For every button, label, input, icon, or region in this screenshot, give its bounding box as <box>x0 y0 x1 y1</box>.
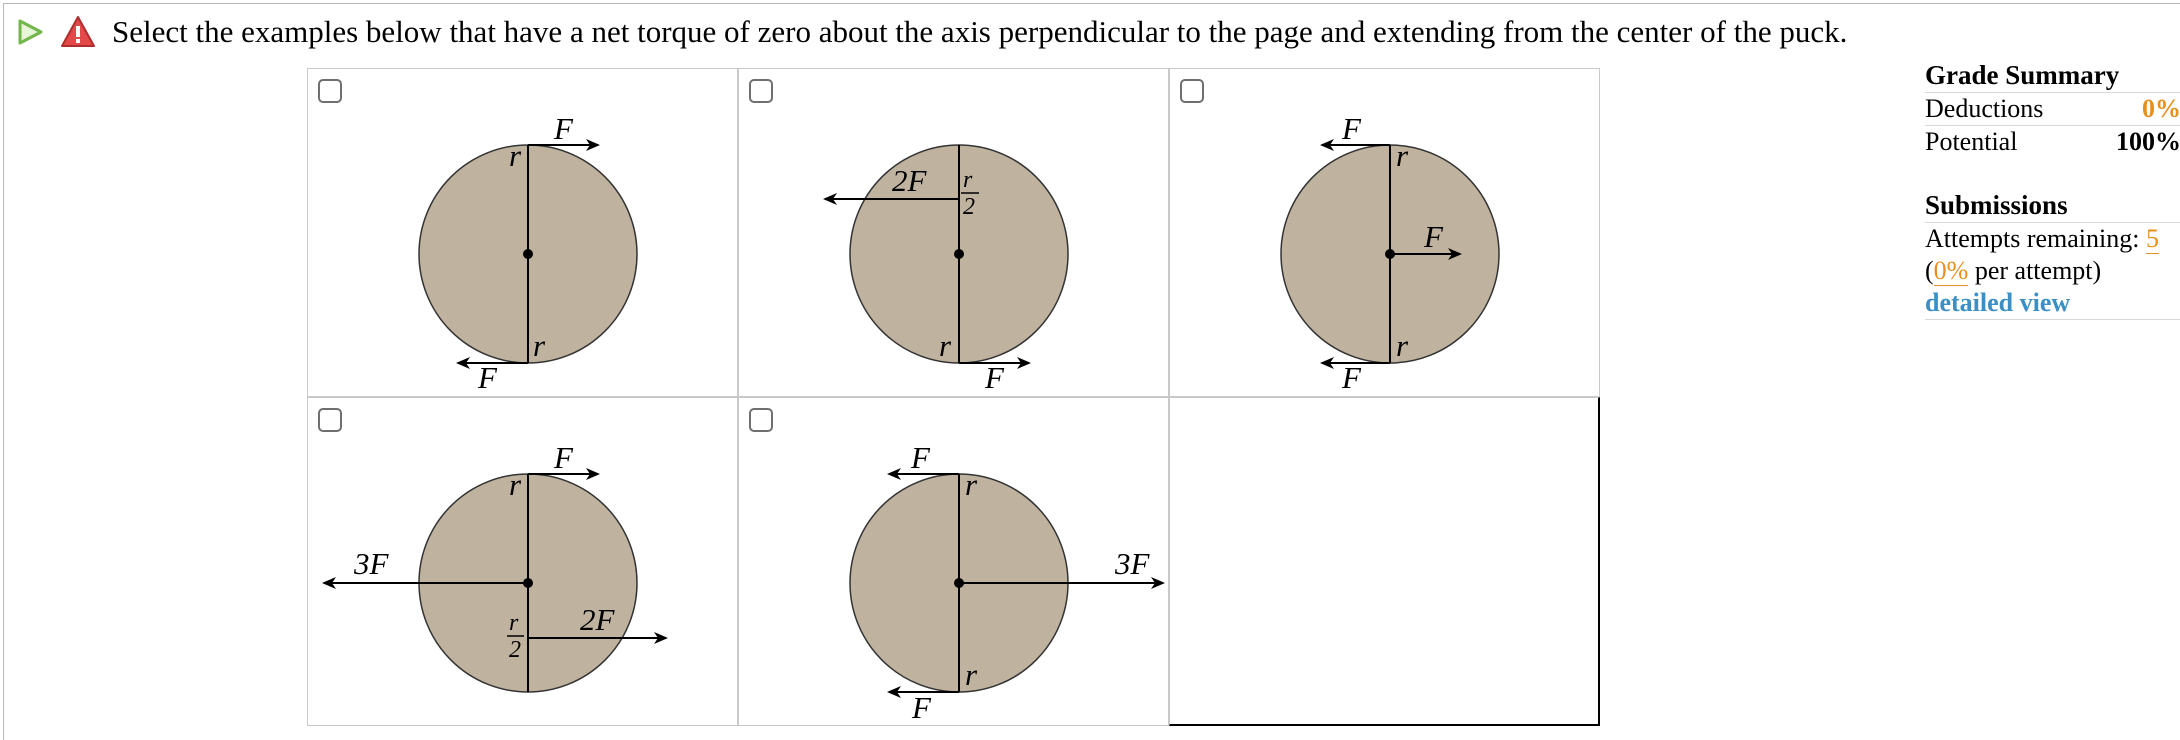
option-1-diagram: F r r F <box>418 111 638 395</box>
option-3-cell[interactable]: F r F r F <box>1169 68 1600 397</box>
option-4-diagram: F r 3F r 2 2F <box>322 440 668 693</box>
force-label: F <box>911 690 932 725</box>
attempts-label: Attempts remaining: <box>1925 224 2146 253</box>
deductions-label: Deductions <box>1925 94 2044 123</box>
per-attempt-line: (0% per attempt) <box>1925 255 2180 287</box>
attempts-value: 5 <box>2145 224 2159 254</box>
radius-label: r <box>939 328 952 363</box>
per-attempt-value: 0% <box>1933 256 1969 286</box>
force-label: F <box>984 360 1005 395</box>
half-radius-denominator: 2 <box>509 637 521 663</box>
potential-label: Potential <box>1925 127 2018 156</box>
force-label: 3F <box>1114 546 1151 581</box>
submissions-title: Submissions <box>1925 190 2068 220</box>
question-prompt: Select the examples below that have a ne… <box>112 14 1848 49</box>
half-radius-denominator: 2 <box>963 194 975 220</box>
option-2-diagram: 2F r 2 r F <box>823 144 1069 395</box>
option-4-cell[interactable]: F r 3F r 2 2F <box>307 397 738 726</box>
warning-icon <box>61 16 95 47</box>
grade-summary-title: Grade Summary <box>1925 60 2120 90</box>
potential-value: 100% <box>2116 127 2180 156</box>
potential-row: Potential 100% <box>1925 125 2180 158</box>
half-radius-numerator: r <box>963 167 973 193</box>
grade-panel: Grade Summary Deductions 0% Potential 10… <box>1925 58 2180 320</box>
radius-label: r <box>965 657 978 692</box>
attempts-remaining: Attempts remaining: 5 <box>1925 222 2180 255</box>
option-5-diagram: F r 3F r F <box>849 440 1165 725</box>
force-label: F <box>477 360 498 395</box>
force-label: F <box>1423 219 1444 254</box>
force-label: F <box>553 111 574 146</box>
torque-options-grid: F r r F 2F r 2 r F F r F r F F r 3F r 2 … <box>307 68 1601 727</box>
question-header: Select the examples below that have a ne… <box>14 12 1847 52</box>
force-label: F <box>553 440 574 475</box>
option-1-cell[interactable]: F r r F <box>307 68 738 397</box>
center-dot <box>954 249 964 259</box>
play-icon[interactable] <box>14 16 46 48</box>
option-3-diagram: F r F r F <box>1280 111 1500 395</box>
radius-label: r <box>1396 138 1409 173</box>
per-attempt-open: ( <box>1925 256 1934 285</box>
empty-cell <box>1169 397 1600 726</box>
option-2-cell[interactable]: 2F r 2 r F <box>738 68 1169 397</box>
force-label: F <box>1341 360 1362 395</box>
force-label: F <box>1341 111 1362 146</box>
deductions-row: Deductions 0% <box>1925 92 2180 125</box>
force-label: 2F <box>580 602 616 637</box>
radius-label: r <box>509 138 522 173</box>
per-attempt-suffix: per attempt) <box>1968 256 2102 285</box>
radius-label: r <box>509 467 522 502</box>
radius-label: r <box>965 467 978 502</box>
center-dot <box>523 249 533 259</box>
force-label: F <box>910 440 931 475</box>
force-label: 3F <box>353 546 390 581</box>
force-label: 2F <box>892 163 928 198</box>
deductions-value: 0% <box>2142 94 2180 123</box>
radius-label: r <box>533 328 546 363</box>
radius-label: r <box>1396 328 1409 363</box>
half-radius-numerator: r <box>509 610 519 636</box>
detailed-view-link[interactable]: detailed view <box>1925 287 2180 320</box>
option-5-cell[interactable]: F r 3F r F <box>738 397 1169 726</box>
